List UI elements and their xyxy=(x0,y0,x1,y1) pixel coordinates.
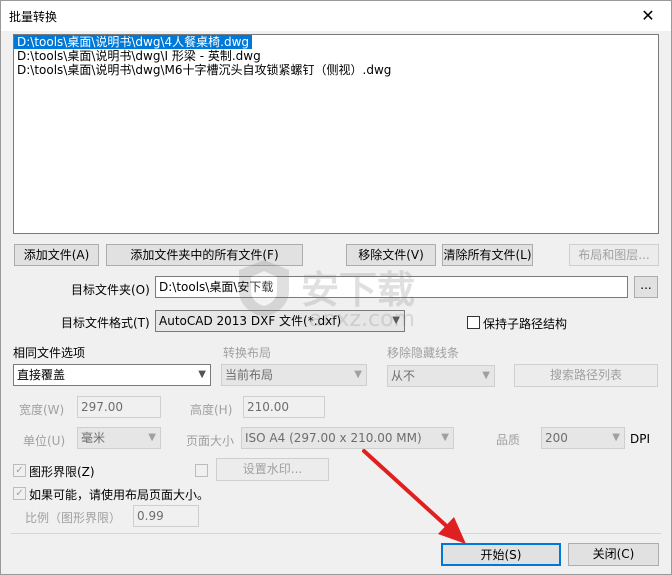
same-file-option-select[interactable]: 直接覆盖 ▼ xyxy=(13,364,211,386)
convert-layout-label: 转换布局 xyxy=(223,346,272,360)
quality-select[interactable]: 200 ▼ xyxy=(541,427,625,449)
unit-value: 毫米 xyxy=(81,431,106,445)
dpi-label: DPI xyxy=(630,432,651,446)
target-format-value: AutoCAD 2013 DXF 文件(*.dxf) xyxy=(159,314,342,328)
target-format-select[interactable]: AutoCAD 2013 DXF 文件(*.dxf) ▼ xyxy=(155,310,405,332)
use-layout-size-checkbox[interactable]: ✓ xyxy=(13,487,26,500)
chevron-down-icon: ▼ xyxy=(392,315,400,326)
quality-value: 200 xyxy=(545,431,568,445)
list-item[interactable]: D:\tools\桌面\说明书\dwg\I 形梁 - 英制.dwg xyxy=(14,49,658,63)
hidden-lines-label: 移除隐藏线条 xyxy=(387,346,460,360)
convert-layout-select[interactable]: 当前布局 ▼ xyxy=(221,364,367,386)
height-label: 高度(H) xyxy=(190,403,233,417)
ratio-label: 比例（图形界限） xyxy=(25,511,122,525)
red-arrow-annotation xyxy=(362,449,466,544)
unit-select[interactable]: 毫米 ▼ xyxy=(77,427,161,449)
chevron-down-icon: ▼ xyxy=(148,432,156,443)
ratio-input[interactable]: 0.99 xyxy=(133,505,199,527)
width-input[interactable]: 297.00 xyxy=(77,396,161,418)
keep-subpath-label: 保持子路径结构 xyxy=(483,317,568,331)
height-input[interactable]: 210.00 xyxy=(243,396,325,418)
site-watermark: 安下载 anxz.com xyxy=(233,257,443,347)
width-label: 宽度(W) xyxy=(19,403,65,417)
divider xyxy=(11,533,661,534)
list-item[interactable]: D:\tools\桌面\说明书\dwg\M6十字槽沉头自攻锁紧螺钉（侧视）.dw… xyxy=(14,63,658,77)
hidden-lines-select[interactable]: 从不 ▼ xyxy=(387,365,495,387)
watermark-checkbox[interactable] xyxy=(195,464,208,477)
close-button[interactable]: 关闭(C) xyxy=(568,543,659,566)
search-paths-button[interactable]: 搜索路径列表 xyxy=(514,364,658,387)
browse-button[interactable]: ... xyxy=(634,276,658,298)
same-file-option-label: 相同文件选项 xyxy=(13,346,86,360)
add-file-button[interactable]: 添加文件(A) xyxy=(14,244,99,266)
same-file-option-value: 直接覆盖 xyxy=(17,368,66,382)
convert-layout-value: 当前布局 xyxy=(225,368,274,382)
add-folder-button[interactable]: 添加文件夹中的所有文件(F) xyxy=(106,244,303,266)
graphic-limits-label: 图形界限(Z) xyxy=(29,465,95,479)
file-path: D:\tools\桌面\说明书\dwg\4人餐桌椅.dwg xyxy=(14,35,253,49)
chevron-down-icon: ▼ xyxy=(482,370,490,381)
close-icon[interactable]: ✕ xyxy=(625,1,671,31)
graphic-limits-checkbox[interactable]: ✓ xyxy=(13,464,26,477)
target-folder-input[interactable]: D:\tools\桌面\安下载 xyxy=(155,276,628,298)
unit-label: 单位(U) xyxy=(23,434,66,448)
batch-convert-dialog: 批量转换 ✕ D:\tools\桌面\说明书\dwg\4人餐桌椅.dwg D:\… xyxy=(0,0,672,575)
hidden-lines-value: 从不 xyxy=(391,369,416,383)
list-item[interactable]: D:\tools\桌面\说明书\dwg\4人餐桌椅.dwg xyxy=(14,35,658,49)
chevron-down-icon: ▼ xyxy=(612,432,620,443)
keep-subpath-checkbox[interactable] xyxy=(467,316,480,329)
file-list[interactable]: D:\tools\桌面\说明书\dwg\4人餐桌椅.dwg D:\tools\桌… xyxy=(13,34,659,234)
layout-layers-button[interactable]: 布局和图层... xyxy=(569,244,659,266)
target-format-label: 目标文件格式(T) xyxy=(61,316,150,330)
clear-all-button[interactable]: 清除所有文件(L) xyxy=(442,244,533,266)
target-folder-label: 目标文件夹(O) xyxy=(71,283,150,297)
title-bar: 批量转换 ✕ xyxy=(1,1,671,31)
chevron-down-icon: ▼ xyxy=(198,369,206,380)
remove-file-button[interactable]: 移除文件(V) xyxy=(346,244,436,266)
chevron-down-icon: ▼ xyxy=(354,369,362,380)
window-title: 批量转换 xyxy=(9,10,58,24)
page-size-label: 页面大小 xyxy=(186,434,235,448)
watermark-button[interactable]: 设置水印... xyxy=(216,458,329,481)
use-layout-size-label: 如果可能，请使用布局页面大小。 xyxy=(29,488,210,502)
quality-label: 品质 xyxy=(496,433,521,447)
